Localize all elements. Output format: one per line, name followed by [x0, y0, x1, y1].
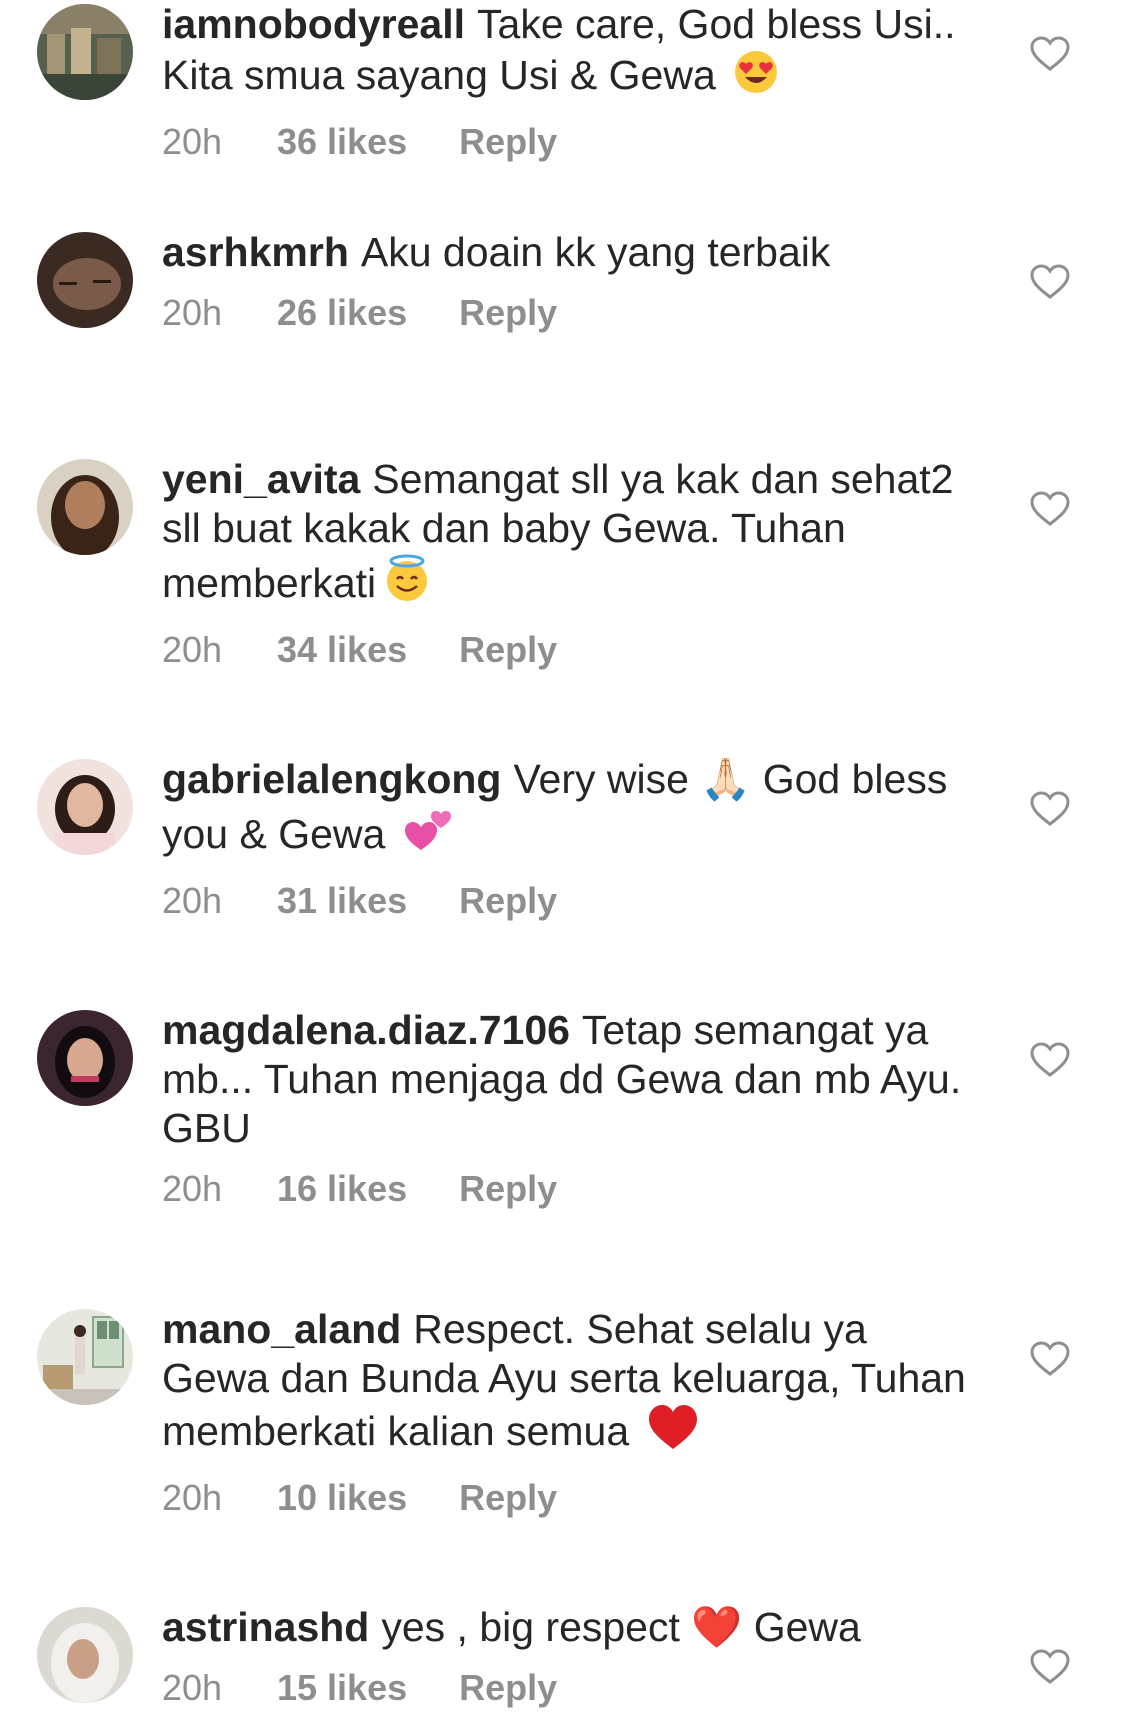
comment-text: astrinashd yes , big respect ❤️ Gewa — [162, 1603, 982, 1652]
avatar[interactable] — [37, 759, 133, 855]
comment-username[interactable]: gabrielalengkong — [162, 756, 501, 802]
like-heart-icon[interactable] — [1030, 491, 1070, 527]
comment-meta: 20h 26 likes Reply — [162, 291, 982, 335]
comment-username[interactable]: asrhkmrh — [162, 229, 349, 275]
halo-smile-emoji-icon — [382, 553, 432, 614]
comment-meta: 20h 16 likes Reply — [162, 1167, 982, 1211]
comment-list: iamnobodyreall Take care, God bless Usi..… — [0, 0, 1125, 1712]
like-heart-icon[interactable] — [1030, 1649, 1070, 1685]
comment-username[interactable]: astrinashd — [162, 1604, 369, 1650]
comment-meta: 20h 36 likes Reply — [162, 120, 982, 164]
comment-username[interactable]: yeni_avita — [162, 456, 360, 502]
comment-body: asrhkmrh Aku doain kk yang terbaik 20h 26… — [162, 228, 982, 335]
like-heart-icon[interactable] — [1030, 264, 1070, 300]
comment-username[interactable]: magdalena.diaz.7106 — [162, 1007, 570, 1053]
comment-likes[interactable]: 36 likes — [277, 120, 407, 164]
comment-likes[interactable]: 10 likes — [277, 1476, 407, 1520]
heart-eyes-emoji-icon — [733, 49, 779, 106]
comment-time: 20h — [162, 629, 223, 670]
red-heart-emoji-icon — [647, 1403, 699, 1462]
reply-button[interactable]: Reply — [459, 120, 557, 164]
reply-button[interactable]: Reply — [459, 1666, 557, 1710]
comment-meta: 20h 10 likes Reply — [162, 1476, 982, 1520]
comment-likes[interactable]: 31 likes — [277, 879, 407, 923]
avatar[interactable] — [37, 1309, 133, 1405]
comment-meta: 20h 34 likes Reply — [162, 628, 982, 672]
comment-text: magdalena.diaz.7106 Tetap semangat ya mb.… — [162, 1006, 982, 1153]
comment-body: gabrielalengkong Very wise 🙏🏻 God bless y… — [162, 755, 982, 923]
two-hearts-emoji-icon — [403, 804, 453, 865]
avatar[interactable] — [37, 1010, 133, 1106]
comment-text: iamnobodyreall Take care, God bless Usi..… — [162, 0, 982, 106]
comment-body: mano_aland Respect. Sehat selalu ya Gewa … — [162, 1305, 982, 1520]
comment-text: asrhkmrh Aku doain kk yang terbaik — [162, 228, 982, 277]
like-heart-icon[interactable] — [1030, 36, 1070, 72]
comment-likes[interactable]: 15 likes — [277, 1666, 407, 1710]
comment-message: yes , big respect ❤️ Gewa — [381, 1604, 861, 1650]
reply-button[interactable]: Reply — [459, 291, 557, 335]
comment-text: yeni_avita Semangat sll ya kak dan sehat2… — [162, 455, 982, 614]
avatar[interactable] — [37, 232, 133, 328]
avatar[interactable] — [37, 1607, 133, 1703]
comment-text: mano_aland Respect. Sehat selalu ya Gewa … — [162, 1305, 982, 1462]
like-heart-icon[interactable] — [1030, 791, 1070, 827]
comment-time: 20h — [162, 1477, 223, 1518]
reply-button[interactable]: Reply — [459, 1476, 557, 1520]
comment-meta: 20h 31 likes Reply — [162, 879, 982, 923]
comment-body: iamnobodyreall Take care, God bless Usi..… — [162, 0, 982, 164]
comment-time: 20h — [162, 121, 223, 162]
like-heart-icon[interactable] — [1030, 1042, 1070, 1078]
reply-button[interactable]: Reply — [459, 1167, 557, 1211]
comment-time: 20h — [162, 880, 223, 921]
comment-username[interactable]: mano_aland — [162, 1306, 401, 1352]
reply-button[interactable]: Reply — [459, 879, 557, 923]
comment-message: Aku doain kk yang terbaik — [360, 229, 831, 275]
like-heart-icon[interactable] — [1030, 1341, 1070, 1377]
comment-body: astrinashd yes , big respect ❤️ Gewa 20h … — [162, 1603, 982, 1710]
comment-meta: 20h 15 likes Reply — [162, 1666, 982, 1710]
comment-likes[interactable]: 16 likes — [277, 1167, 407, 1211]
comment-username[interactable]: iamnobodyreall — [162, 1, 465, 47]
comment-body: yeni_avita Semangat sll ya kak dan sehat2… — [162, 455, 982, 672]
comment-likes[interactable]: 34 likes — [277, 628, 407, 672]
comment-likes[interactable]: 26 likes — [277, 291, 407, 335]
avatar[interactable] — [37, 4, 133, 100]
avatar[interactable] — [37, 459, 133, 555]
comment-time: 20h — [162, 292, 223, 333]
comment-body: magdalena.diaz.7106 Tetap semangat ya mb.… — [162, 1006, 982, 1211]
comment-text: gabrielalengkong Very wise 🙏🏻 God bless y… — [162, 755, 982, 865]
comment-time: 20h — [162, 1168, 223, 1209]
reply-button[interactable]: Reply — [459, 628, 557, 672]
comment-time: 20h — [162, 1667, 223, 1708]
